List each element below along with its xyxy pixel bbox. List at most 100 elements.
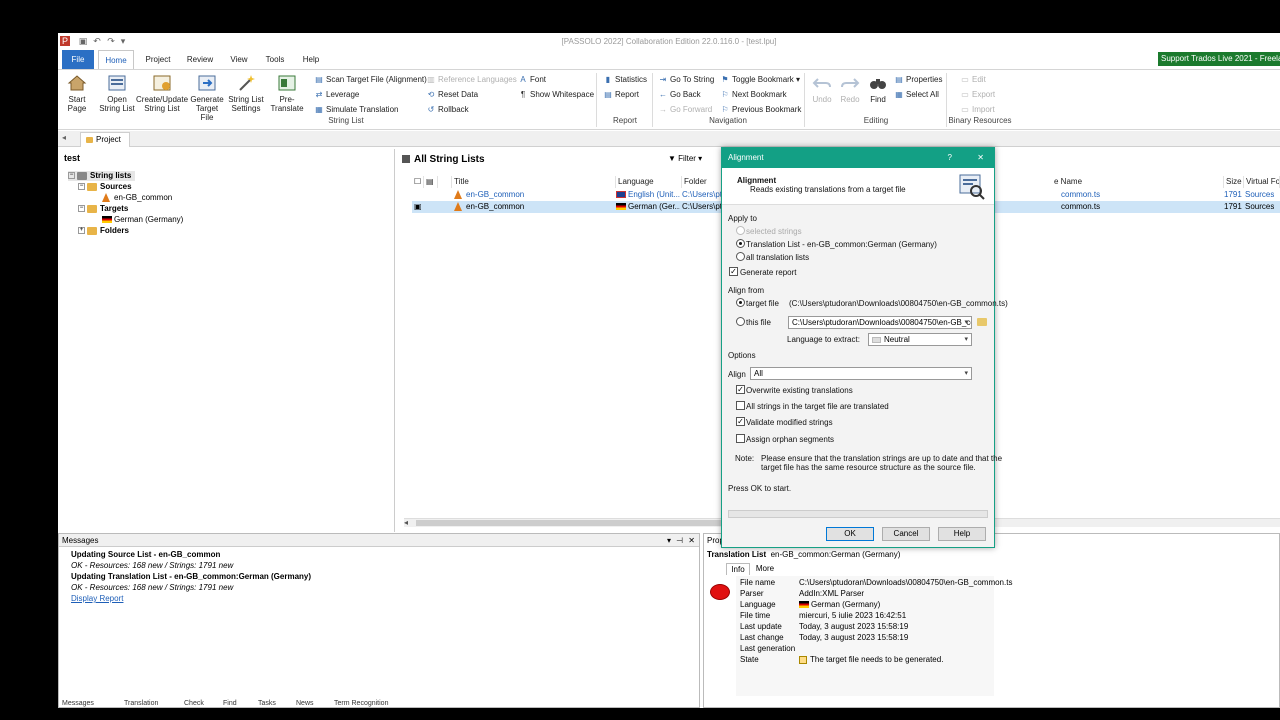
tab-help[interactable]: Help [296,50,326,69]
string-lists-label: String lists [90,171,132,180]
help-button[interactable]: Help [938,527,986,541]
previous-bookmark-button[interactable]: ⚐ Previous Bookmark [720,103,801,116]
tab-info[interactable]: Info [726,563,750,575]
column-virtual-folder[interactable]: Virtual Folder [1244,176,1280,188]
rollback-button[interactable]: ↺ Rollback [426,103,469,116]
tab-more[interactable]: More [752,563,778,575]
pre-translate-button[interactable]: Pre-Translate [264,73,310,113]
font-button[interactable]: A Font [518,73,546,86]
go-to-string-button[interactable]: ⇥ Go To String [658,73,715,86]
radio-target-file[interactable] [736,298,745,307]
chevron-down-icon[interactable]: ▾ [964,317,968,328]
expand-icon[interactable]: + [78,227,85,235]
find-button[interactable]: Find [866,73,890,104]
collapse-icon[interactable]: − [68,172,75,180]
validate-modified-checkbox[interactable]: ✓ [736,417,745,426]
scroll-left-icon[interactable]: ◂ [404,518,408,527]
support-link[interactable]: Support Trados Live 2021 - Freelance [1158,52,1280,66]
redo-button[interactable]: Redo [838,73,862,104]
tab-tools[interactable]: Tools [260,50,290,69]
display-report-link[interactable]: Display Report [71,594,123,603]
column-language[interactable]: Language [616,176,682,188]
group-label-report: Report [612,116,637,125]
tree-sources[interactable]: − Sources [78,182,132,192]
tab-check[interactable]: Check [184,700,204,707]
ok-button[interactable]: OK [826,527,874,541]
tree-source-item[interactable]: en-GB_common [102,193,172,203]
browse-folder-icon[interactable] [977,318,987,326]
radio-translation-list[interactable] [736,239,745,248]
next-bookmark-button[interactable]: ⚐ Next Bookmark [720,88,786,101]
select-all-button[interactable]: ▦ Select All [894,88,939,101]
radio-selected-strings[interactable] [736,226,745,235]
go-back-button[interactable]: ← Go Back [658,88,701,101]
column-size[interactable]: Size [1224,176,1244,188]
reference-languages-button[interactable]: ▥ Reference Languages [426,73,517,86]
tab-review[interactable]: Review [182,50,218,69]
column-folder[interactable] [438,176,452,188]
edit-binary-button[interactable]: ▭ Edit [960,73,986,86]
cancel-button[interactable]: Cancel [882,527,930,541]
tree-folders[interactable]: + Folders [78,226,129,236]
radio-this-file[interactable] [736,317,745,326]
pin-icon[interactable]: ⊣ [676,534,683,547]
column-folder-path[interactable]: Folder [682,176,722,188]
statistics-button[interactable]: ▮ Statistics [603,73,647,86]
string-list-settings-button[interactable]: String List Settings [228,73,264,113]
export-binary-button[interactable]: ▭ Export [960,88,995,101]
language-to-extract-select[interactable]: Neutral ▾ [868,333,972,346]
this-file-input[interactable]: C:\Users\ptudoran\Downloads\00804750\en-… [788,316,972,329]
scan-target-file-button[interactable]: ▤ Scan Target File (Alignment) [314,73,427,86]
column-icon[interactable]: ▤ [424,176,438,188]
column-check[interactable]: ☐ [412,176,424,188]
chevron-down-icon[interactable]: ▾ [964,334,968,345]
go-forward-button[interactable]: → Go Forward [658,103,712,116]
toggle-bookmark-button[interactable]: ⚑ Toggle Bookmark ▾ [720,73,800,86]
tab-file[interactable]: File [62,50,94,69]
tab-find[interactable]: Find [223,700,237,707]
tab-tasks[interactable]: Tasks [258,700,276,707]
tab-news[interactable]: News [296,700,314,707]
show-whitespace-button[interactable]: ¶ Show Whitespace [518,88,594,101]
rollback-icon: ↺ [427,104,435,114]
align-select[interactable]: All ▾ [750,367,972,380]
properties-title-label: Translation List [707,550,767,559]
close-icon[interactable]: ✕ [977,148,984,168]
tab-project[interactable]: Project [140,50,176,69]
overwrite-checkbox[interactable]: ✓ [736,385,745,394]
undo-button[interactable]: Undo [810,73,834,104]
column-title[interactable]: Title [452,176,616,188]
report-button[interactable]: ▤ Report [603,88,639,101]
help-icon[interactable]: ? [948,148,952,168]
tab-term-recognition[interactable]: Term Recognition [334,700,388,707]
chevron-down-icon[interactable]: ▾ [964,368,968,379]
tree-target-item[interactable]: German (Germany) [102,215,183,225]
leverage-button[interactable]: ⇄ Leverage [314,88,360,101]
simulate-translation-button[interactable]: ▦ Simulate Translation [314,103,398,116]
create-update-string-list-button[interactable]: Create/Update String List [136,73,188,113]
tree-string-lists[interactable]: − String lists [68,171,136,181]
tab-view[interactable]: View [224,50,254,69]
start-page-button[interactable]: Start Page [62,73,92,113]
reset-data-button[interactable]: ⟲ Reset Data [426,88,478,101]
assign-orphan-checkbox[interactable] [736,434,745,443]
properties-button[interactable]: ▤ Properties [894,73,942,86]
collapse-icon[interactable]: − [78,205,85,213]
tab-scroll-left-icon[interactable]: ◂ [62,133,66,142]
dropdown-icon[interactable]: ▾ [667,534,671,547]
import-binary-button[interactable]: ▭ Import [960,103,994,116]
column-file-name[interactable]: e Name [1052,176,1224,188]
close-icon[interactable]: ✕ [688,534,695,547]
tab-messages[interactable]: Messages [62,700,94,707]
generate-target-file-button[interactable]: Generate Target File [190,73,224,122]
tab-translation[interactable]: Translation [124,700,158,707]
generate-report-checkbox[interactable]: ✓ [729,267,738,276]
all-strings-translated-checkbox[interactable] [736,401,745,410]
collapse-icon[interactable]: − [78,183,85,191]
tab-home[interactable]: Home [98,50,134,69]
open-string-list-button[interactable]: Open String List [96,73,138,113]
filter-button[interactable]: ▼ Filter ▾ [668,154,702,163]
radio-all-translation-lists[interactable] [736,252,745,261]
tab-project-document[interactable]: Project [80,132,130,147]
tree-targets[interactable]: − Targets [78,204,128,214]
